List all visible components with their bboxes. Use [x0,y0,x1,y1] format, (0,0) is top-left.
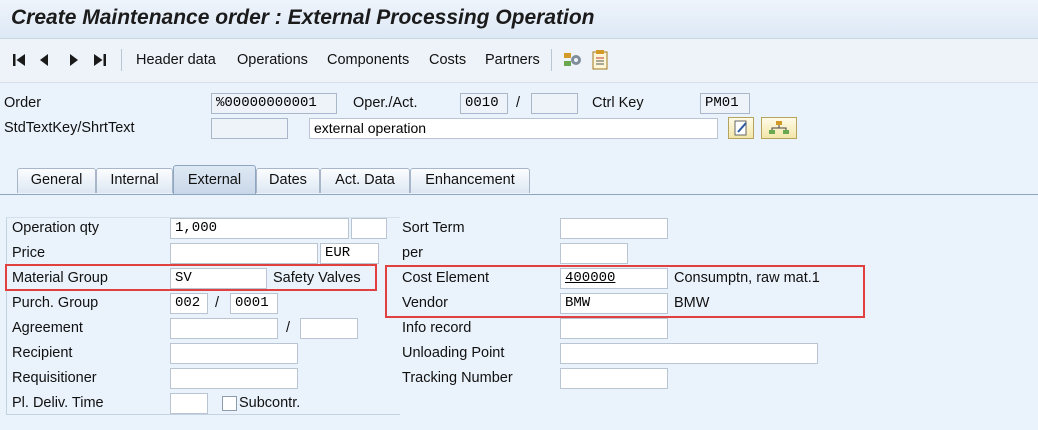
purch-group-field[interactable]: 002 [170,293,208,314]
unloading-point-field[interactable] [560,343,818,364]
sort-term-label: Sort Term [402,220,465,236]
operation-qty-unit-field[interactable] [351,218,387,239]
next-icon[interactable] [64,51,82,69]
unloading-point-label: Unloading Point [402,345,505,361]
agreement-label: Agreement [12,320,83,336]
recipient-label: Recipient [12,345,73,361]
partners-button[interactable]: Partners [485,52,540,68]
settings-icon[interactable] [561,49,583,71]
stdtextkey-label: StdTextKey/ShrtText [4,120,135,136]
purch-org-separator: / [215,295,220,311]
recipient-field[interactable] [170,343,298,364]
operation-qty-label: Operation qty [12,220,100,236]
first-icon[interactable] [11,51,29,69]
window-title: Create Maintenance order : External Proc… [11,6,595,29]
tab-general[interactable]: General [17,168,96,193]
application-toolbar: Header data Operations Components Costs … [0,39,1038,83]
tracking-number-field[interactable] [560,368,668,389]
stdtextkey-field[interactable] [211,118,288,139]
pl-deliv-time-field[interactable] [170,393,208,414]
requisitioner-label: Requisitioner [12,370,97,386]
hierarchy-icon [769,121,789,134]
agreement-field[interactable] [170,318,278,339]
sub-operation-field[interactable] [531,93,578,114]
tab-internal[interactable]: Internal [96,168,173,193]
price-field[interactable] [170,243,318,264]
tracking-number-label: Tracking Number [402,370,513,386]
agreement-separator: / [286,320,291,336]
structure-button[interactable] [761,117,797,139]
tab-strip: General Internal External Dates Act. Dat… [0,165,1038,195]
ctrl-key-field[interactable]: PM01 [700,93,750,114]
document-icon[interactable] [589,49,611,71]
per-label: per [402,245,423,261]
operations-button[interactable]: Operations [237,52,308,68]
group-frame-bottom [6,414,400,415]
toolbar-separator [121,49,122,71]
order-field[interactable]: %00000000001 [211,93,337,114]
sort-term-field[interactable] [560,218,668,239]
tab-external[interactable]: External [173,165,256,195]
previous-icon[interactable] [36,51,54,69]
requisitioner-field[interactable] [170,368,298,389]
purch-org-field[interactable]: 0001 [230,293,278,314]
operation-qty-field[interactable]: 1,000 [170,218,349,239]
edit-long-text-button[interactable] [728,117,754,139]
oper-act-field[interactable]: 0010 [460,93,508,114]
costs-button[interactable]: Costs [429,52,466,68]
oper-act-separator: / [516,95,521,111]
cost-element-vendor-highlight [385,265,865,318]
currency-field[interactable]: EUR [320,243,379,264]
tab-enhancement[interactable]: Enhancement [410,168,530,193]
pencil-icon [734,120,747,136]
header-data-button[interactable]: Header data [136,52,216,68]
subcontr-checkbox[interactable] [222,396,237,411]
agreement-item-field[interactable] [300,318,358,339]
order-label: Order [4,95,42,111]
per-field[interactable] [560,243,628,264]
short-text-field[interactable]: external operation [309,118,718,139]
price-label: Price [12,245,46,261]
subcontr-label: Subcontr. [239,395,301,411]
pl-deliv-time-label: Pl. Deliv. Time [12,395,104,411]
title-bar: Create Maintenance order : External Proc… [0,0,1038,39]
info-record-label: Info record [402,320,472,336]
tab-dates[interactable]: Dates [256,168,320,193]
tab-act-data[interactable]: Act. Data [320,168,410,193]
purch-group-label: Purch. Group [12,295,99,311]
material-group-highlight [5,264,377,291]
oper-act-label: Oper./Act. [353,95,418,111]
last-icon[interactable] [90,51,108,69]
components-button[interactable]: Components [327,52,409,68]
group-frame-left [6,217,7,415]
info-record-field[interactable] [560,318,668,339]
toolbar-separator [551,49,552,71]
ctrl-key-label: Ctrl Key [592,95,644,111]
